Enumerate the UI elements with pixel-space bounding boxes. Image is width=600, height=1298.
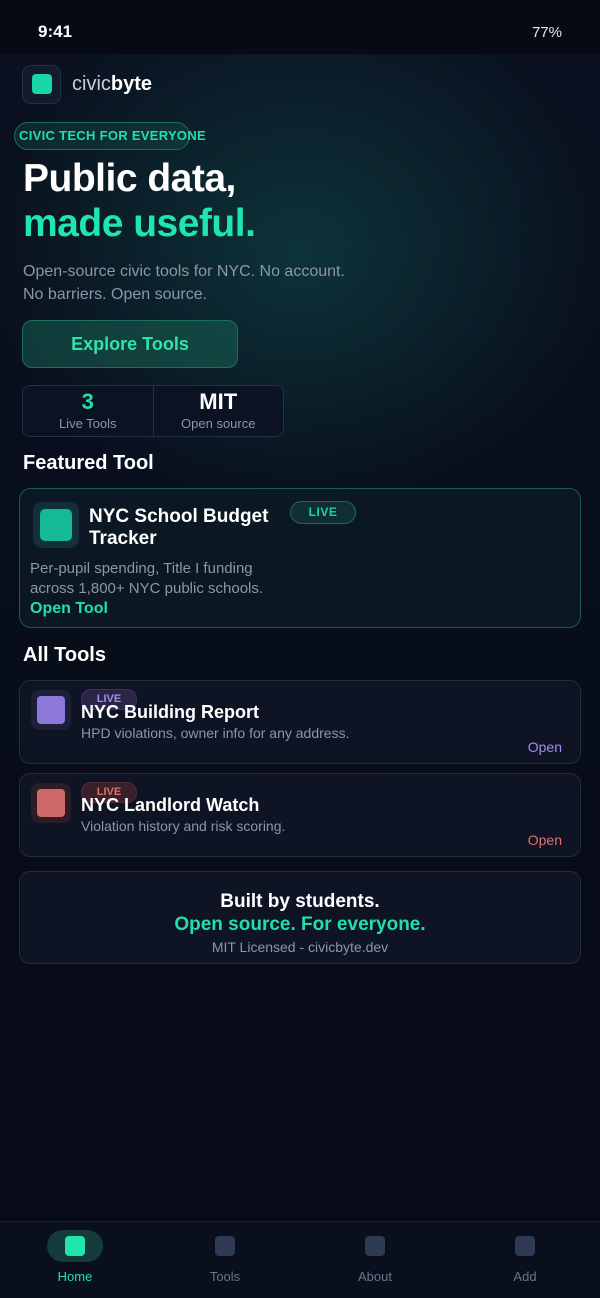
tab-label: Tools bbox=[209, 1269, 241, 1284]
open-link[interactable]: Open bbox=[528, 739, 562, 755]
logo-icon bbox=[22, 64, 61, 104]
stat-live-tools: 3 Live Tools bbox=[23, 386, 153, 436]
live-badge: LIVE bbox=[290, 501, 356, 524]
tab-active-indicator bbox=[47, 1230, 103, 1262]
hero-title-line2: made useful. bbox=[23, 202, 256, 245]
featured-tool-description: Per-pupil spending, Title I funding acro… bbox=[30, 560, 264, 597]
tab-about[interactable]: About bbox=[300, 1222, 450, 1298]
footer-license: MIT Licensed - civicbyte.dev bbox=[211, 939, 389, 955]
tab-label: Add bbox=[513, 1269, 537, 1284]
hero-eyebrow-badge: CIVIC TECH FOR EVERYONE bbox=[14, 122, 206, 150]
hero-title-line1: Public data, bbox=[23, 157, 236, 200]
stat-label: Open source bbox=[181, 416, 256, 431]
school-budget-icon bbox=[33, 502, 79, 548]
featured-tool-card[interactable]: NYC School Budget Tracker LIVE Per-pupil… bbox=[19, 488, 581, 628]
hero-title: Public data, made useful. bbox=[23, 156, 256, 246]
tab-icon-wrap bbox=[497, 1230, 553, 1262]
hero-subtitle: Open-source civic tools for NYC. No acco… bbox=[23, 260, 443, 306]
tool-name: NYC Building Report bbox=[81, 702, 259, 722]
stat-license: MIT Open source bbox=[152, 386, 284, 436]
tab-icon-wrap bbox=[197, 1230, 253, 1262]
footer-card: Built by students. Open source. For ever… bbox=[19, 871, 581, 964]
about-icon bbox=[365, 1236, 385, 1256]
tab-tools[interactable]: Tools bbox=[150, 1222, 300, 1298]
featured-section-title: Featured Tool bbox=[23, 452, 154, 474]
open-link[interactable]: Open bbox=[528, 832, 562, 848]
tool-name: NYC Landlord Watch bbox=[81, 795, 260, 815]
bottom-tab-bar: Home Tools About Add bbox=[0, 1221, 600, 1298]
brand-suffix: byte bbox=[110, 72, 153, 95]
hero-subtitle-line1: Open-source civic tools for NYC. No acco… bbox=[23, 263, 345, 280]
stat-label: Live Tools bbox=[58, 416, 117, 431]
building-icon bbox=[31, 690, 71, 730]
open-tool-link[interactable]: Open Tool bbox=[30, 600, 108, 618]
stats-panel: 3 Live Tools MIT Open source bbox=[22, 385, 284, 437]
status-time: 9:41 bbox=[38, 22, 73, 41]
featured-tool-name: NYC School Budget Tracker bbox=[89, 506, 269, 549]
footer-line2: Open source. For everyone. bbox=[174, 914, 426, 935]
explore-tools-button[interactable]: Explore Tools bbox=[22, 320, 238, 368]
battery-level: 77% bbox=[531, 24, 562, 41]
brand-header[interactable]: civicbyte bbox=[22, 64, 152, 104]
hero-subtitle-line2: No barriers. Open source. bbox=[23, 286, 208, 303]
tab-label: Home bbox=[57, 1269, 93, 1284]
landlord-icon bbox=[31, 783, 71, 823]
brand-name: civicbyte bbox=[72, 73, 152, 96]
tab-label: About bbox=[358, 1269, 392, 1284]
tab-home[interactable]: Home bbox=[0, 1222, 150, 1298]
app-screen: 9:41 77% civicbyte CIVIC TECH FOR EVERYO… bbox=[0, 0, 600, 1298]
tool-description: HPD violations, owner info for any addre… bbox=[81, 725, 350, 741]
tools-icon bbox=[215, 1236, 235, 1256]
all-tools-section-title: All Tools bbox=[23, 644, 106, 666]
tool-card-building-report[interactable]: LIVE NYC Building Report HPD violations,… bbox=[19, 680, 581, 764]
stat-value: MIT bbox=[199, 389, 238, 414]
tool-card-landlord-watch[interactable]: LIVE NYC Landlord Watch Violation histor… bbox=[19, 773, 581, 857]
tool-description: Violation history and risk scoring. bbox=[81, 818, 286, 834]
stat-value: 3 bbox=[81, 389, 94, 414]
tab-icon-wrap bbox=[347, 1230, 403, 1262]
footer-line1: Built by students. bbox=[220, 891, 380, 912]
add-icon bbox=[515, 1236, 535, 1256]
status-bar: 9:41 77% bbox=[0, 0, 600, 54]
brand-prefix: civic bbox=[72, 72, 111, 95]
tab-add[interactable]: Add bbox=[450, 1222, 600, 1298]
home-icon bbox=[65, 1236, 85, 1256]
